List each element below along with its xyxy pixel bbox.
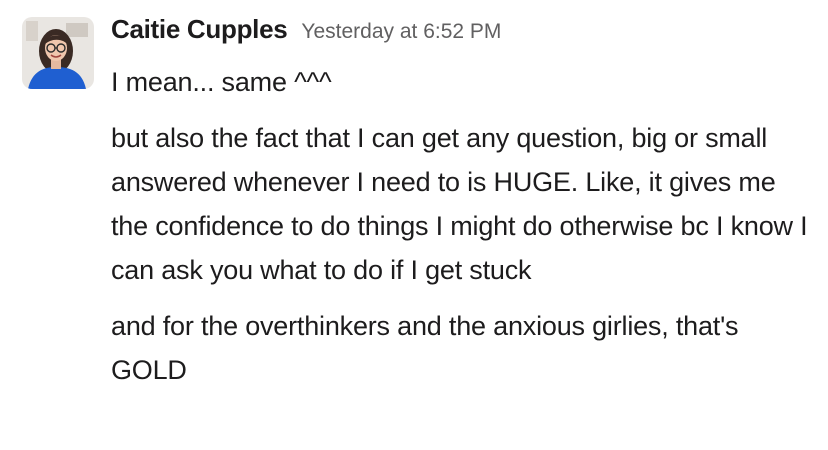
message-header: Caitie Cupples Yesterday at 6:52 PM [111, 14, 501, 54]
message-paragraph: I mean... same ^^^ [111, 67, 332, 97]
message-paragraph: and for the overthinkers and the anxious… [111, 311, 739, 385]
message-body: I mean... same ^^^ but also the fact tha… [111, 60, 811, 392]
user-avatar[interactable] [22, 17, 94, 89]
message-timestamp[interactable]: Yesterday at 6:52 PM [301, 20, 501, 44]
avatar-photo-icon [22, 17, 94, 89]
message-paragraph: but also the fact that I can get any que… [111, 123, 808, 285]
author-name[interactable]: Caitie Cupples [111, 14, 288, 45]
chat-message: Caitie Cupples Yesterday at 6:52 PM I me… [0, 0, 828, 450]
